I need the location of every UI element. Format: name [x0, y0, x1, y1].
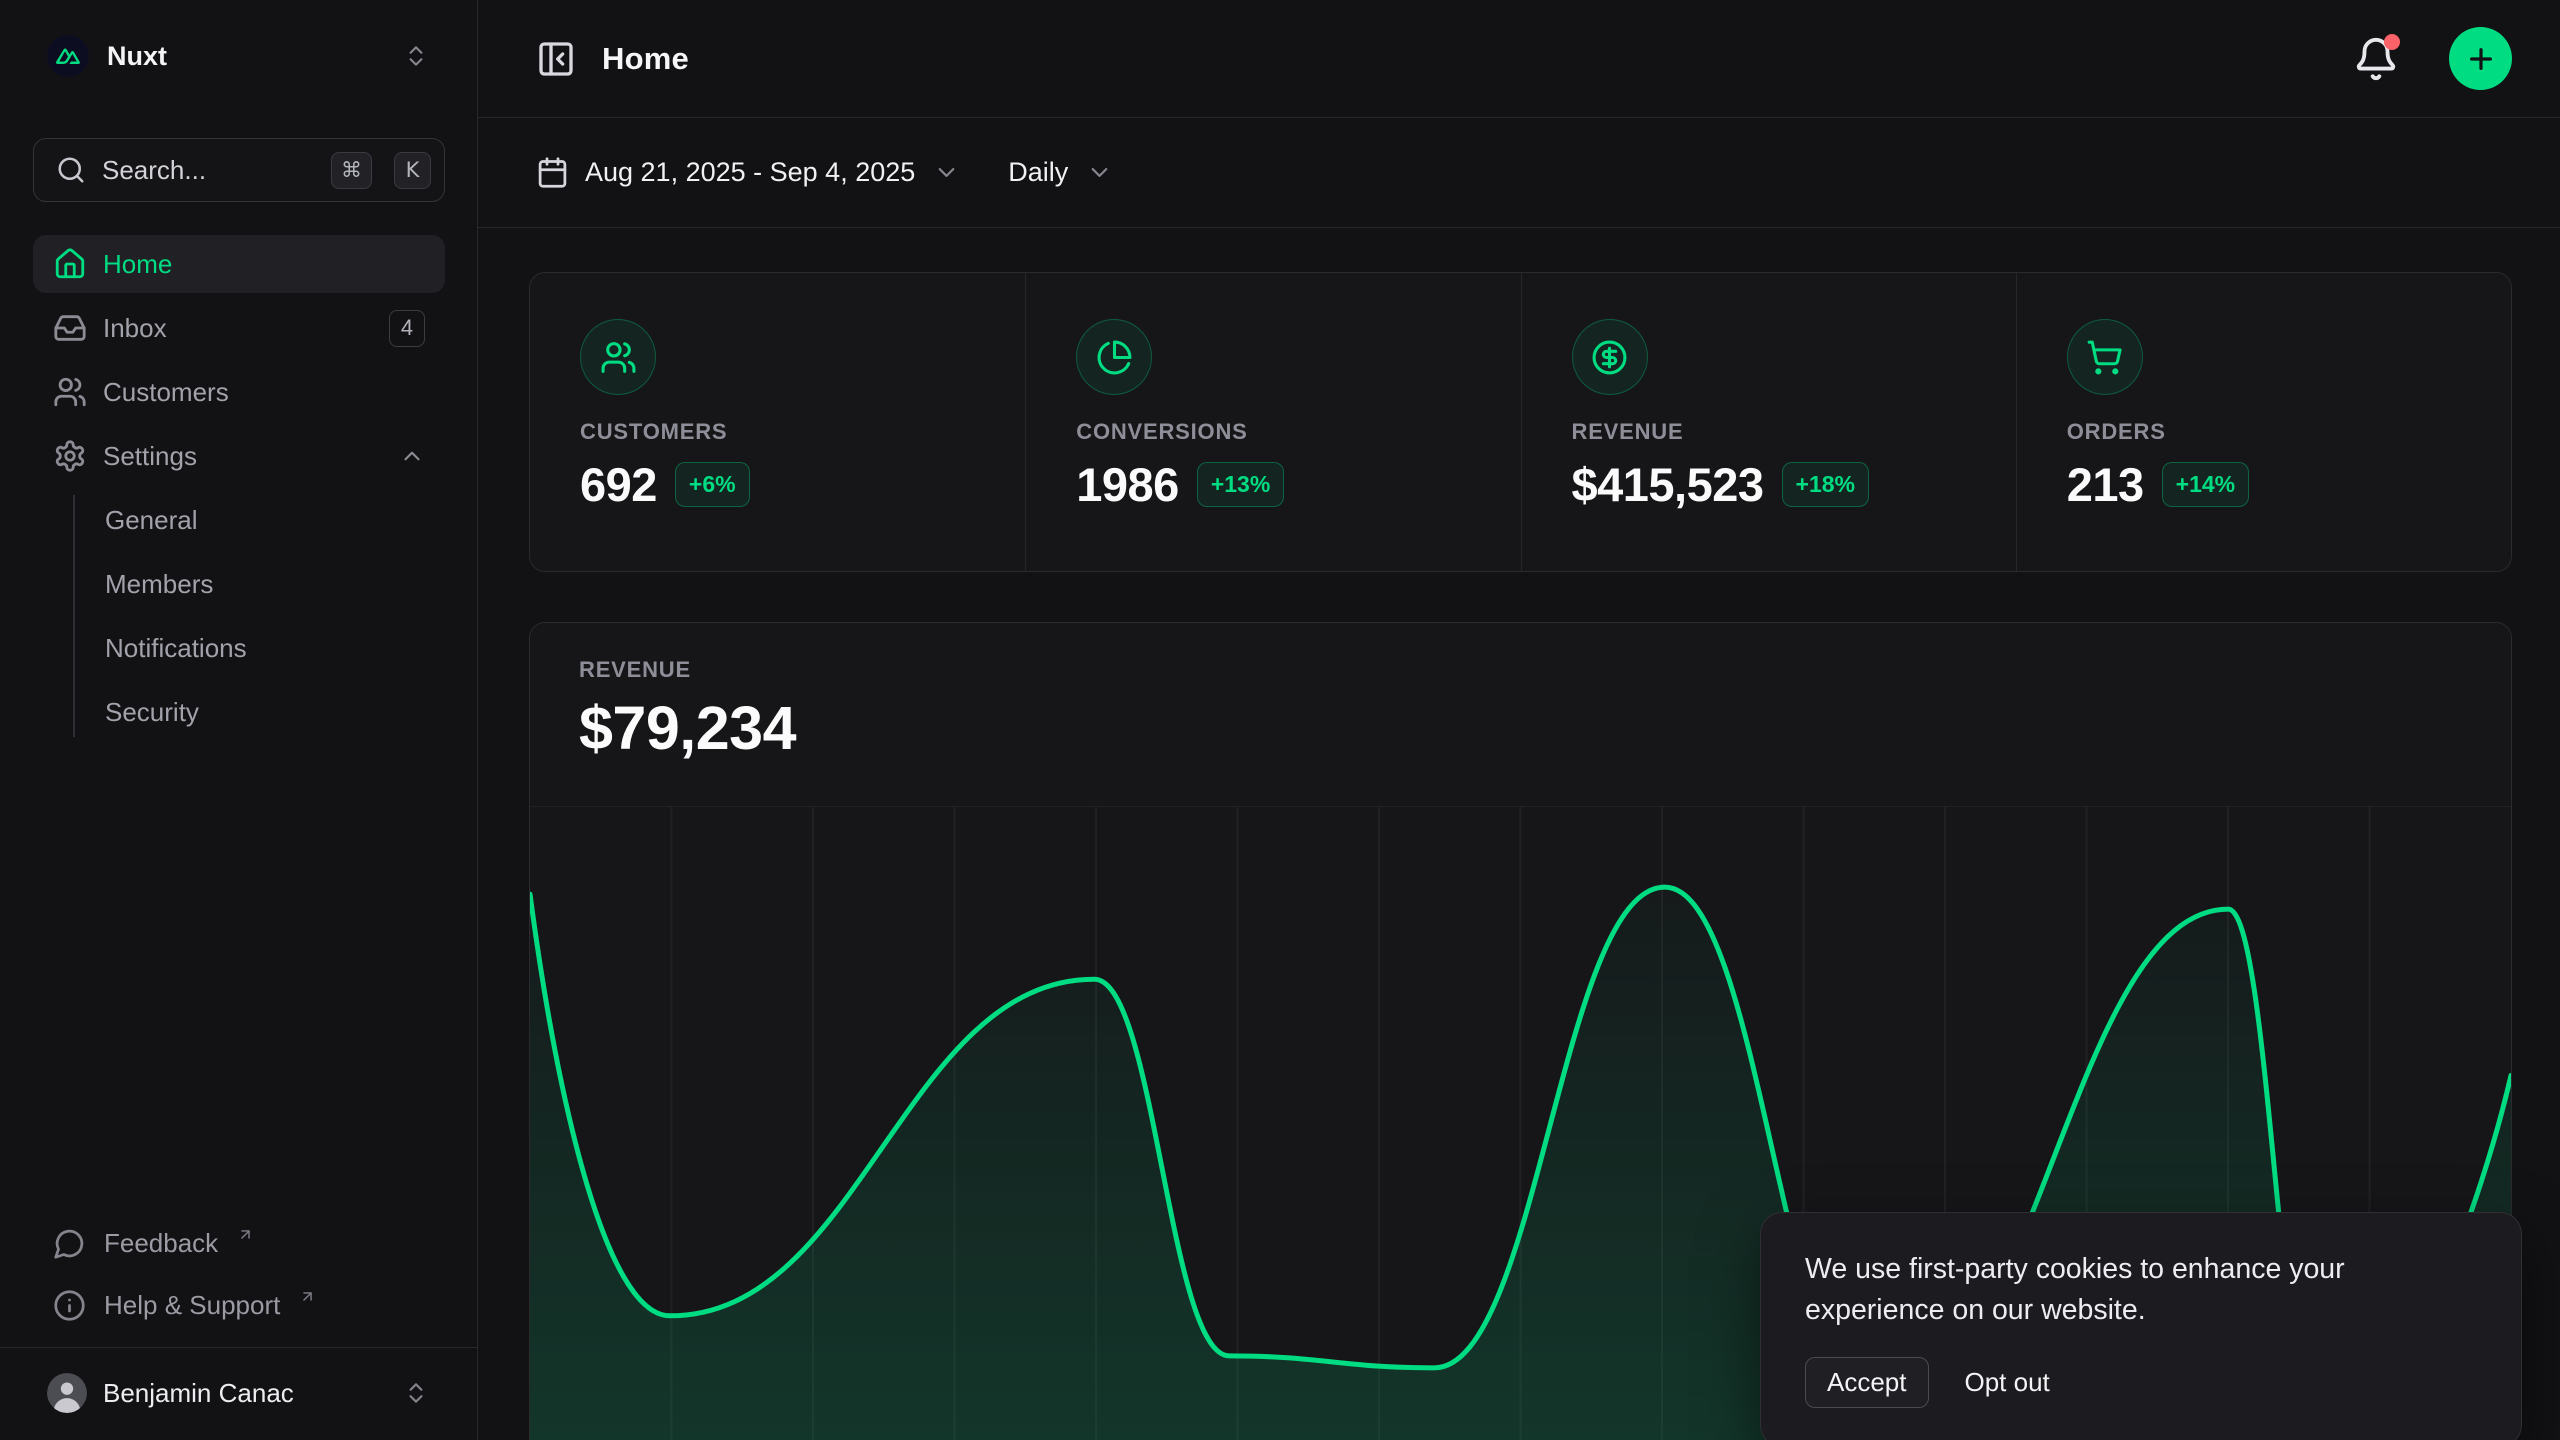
stat-card-customers[interactable]: CUSTOMERS 692 +6% — [530, 273, 1025, 571]
stats-row: CUSTOMERS 692 +6% CONVERSIONS 1986 +13% REVENU… — [529, 272, 2512, 572]
info-icon — [53, 1289, 86, 1322]
chevron-down-icon — [933, 159, 960, 186]
house-icon — [53, 247, 87, 281]
sidebar-item-label: Customers — [103, 377, 229, 408]
stat-label: REVENUE — [1572, 419, 1966, 445]
notifications-button[interactable] — [2353, 36, 2399, 82]
granularity-label: Daily — [1008, 157, 1068, 188]
accept-cookies-button[interactable]: Accept — [1805, 1357, 1929, 1408]
collapse-sidebar-button[interactable] — [536, 39, 576, 79]
external-link-icon — [299, 1288, 316, 1305]
users-icon — [53, 375, 87, 409]
kbd-cmd: ⌘ — [331, 152, 372, 189]
sidebar-item-members[interactable]: Members — [33, 555, 445, 613]
optout-cookies-button[interactable]: Opt out — [1965, 1367, 2050, 1398]
sidebar-link-feedback[interactable]: Feedback — [33, 1217, 445, 1269]
chevron-up-icon — [399, 443, 425, 469]
add-button[interactable] — [2449, 27, 2512, 90]
user-menu[interactable]: Benjamin Canac — [33, 1360, 445, 1426]
stat-value: 213 — [2067, 457, 2144, 512]
sidebar-item-home[interactable]: Home — [33, 235, 445, 293]
page-title: Home — [602, 41, 689, 77]
sidebar-item-label: Inbox — [103, 313, 167, 344]
search-input[interactable] — [102, 155, 315, 186]
stat-delta-badge: +6% — [675, 462, 750, 507]
sidebar-footer: Feedback Help & Support — [33, 1217, 445, 1331]
revenue-card-value: $79,234 — [579, 693, 2462, 763]
search-icon — [56, 155, 86, 185]
users-icon — [580, 319, 656, 395]
revenue-card-label: REVENUE — [579, 657, 2462, 683]
sidebar-link-label: Help & Support — [104, 1290, 280, 1321]
cookie-message: We use first-party cookies to enhance yo… — [1805, 1249, 2425, 1331]
sidebar-item-settings[interactable]: Settings — [33, 427, 445, 485]
stat-delta-badge: +18% — [1782, 462, 1869, 507]
settings-subnav: General Members Notifications Security — [33, 491, 445, 741]
stat-value: 692 — [580, 457, 657, 512]
date-range-label: Aug 21, 2025 - Sep 4, 2025 — [585, 157, 915, 188]
kbd-k: K — [394, 152, 431, 189]
sidebar-link-label: Feedback — [104, 1228, 218, 1259]
search-input-wrap[interactable]: ⌘ K — [33, 138, 445, 202]
sidebar-item-notifications[interactable]: Notifications — [33, 619, 445, 677]
tree-guide-line — [73, 495, 75, 737]
sidebar-nav: Home Inbox 4 Customers Settings General Member… — [33, 235, 445, 741]
shopping-cart-icon — [2067, 319, 2143, 395]
stat-card-conversions[interactable]: CONVERSIONS 1986 +13% — [1025, 273, 1520, 571]
nuxt-logo-icon — [47, 35, 89, 77]
chevrons-up-down-icon — [403, 43, 429, 69]
message-circle-icon — [53, 1227, 86, 1260]
sidebar-link-help-support[interactable]: Help & Support — [33, 1279, 445, 1331]
stat-label: CONVERSIONS — [1076, 419, 1470, 445]
stat-value: $415,523 — [1572, 457, 1764, 512]
sidebar-item-label: Home — [103, 249, 172, 280]
stat-card-revenue[interactable]: REVENUE $415,523 +18% — [1521, 273, 2016, 571]
user-name: Benjamin Canac — [103, 1378, 294, 1409]
stat-delta-badge: +14% — [2162, 462, 2249, 507]
external-link-icon — [237, 1226, 254, 1243]
stat-label: CUSTOMERS — [580, 419, 975, 445]
pie-chart-icon — [1076, 319, 1152, 395]
stat-delta-badge: +13% — [1197, 462, 1284, 507]
avatar — [47, 1373, 87, 1413]
chevrons-up-down-icon — [403, 1380, 429, 1406]
date-range-picker[interactable]: Aug 21, 2025 - Sep 4, 2025 — [536, 156, 960, 189]
sidebar-item-inbox[interactable]: Inbox 4 — [33, 299, 445, 357]
filters-toolbar: Aug 21, 2025 - Sep 4, 2025 Daily — [478, 118, 2560, 228]
chevron-down-icon — [1086, 159, 1113, 186]
sidebar: Nuxt ⌘ K Home Inbox 4 Customers Settings Gene… — [0, 0, 478, 1440]
unread-count-badge: 4 — [389, 310, 425, 347]
sidebar-item-security[interactable]: Security — [33, 683, 445, 741]
stat-value: 1986 — [1076, 457, 1179, 512]
stat-label: ORDERS — [2067, 419, 2461, 445]
stat-card-orders[interactable]: ORDERS 213 +14% — [2016, 273, 2511, 571]
gear-icon — [53, 439, 87, 473]
cookie-banner: We use first-party cookies to enhance yo… — [1760, 1212, 2522, 1440]
workspace-switcher[interactable]: Nuxt — [33, 24, 445, 88]
granularity-select[interactable]: Daily — [1008, 157, 1113, 188]
circle-dollar-icon — [1572, 319, 1648, 395]
sidebar-item-customers[interactable]: Customers — [33, 363, 445, 421]
sidebar-divider — [0, 1347, 477, 1348]
workspace-name: Nuxt — [107, 41, 167, 72]
notification-dot — [2384, 34, 2400, 50]
inbox-icon — [53, 311, 87, 345]
sidebar-item-general[interactable]: General — [33, 491, 445, 549]
plus-icon — [2465, 43, 2497, 75]
page-header: Home — [478, 0, 2560, 118]
panel-left-close-icon — [536, 39, 576, 79]
sidebar-item-label: Settings — [103, 441, 197, 472]
calendar-icon — [536, 156, 569, 189]
